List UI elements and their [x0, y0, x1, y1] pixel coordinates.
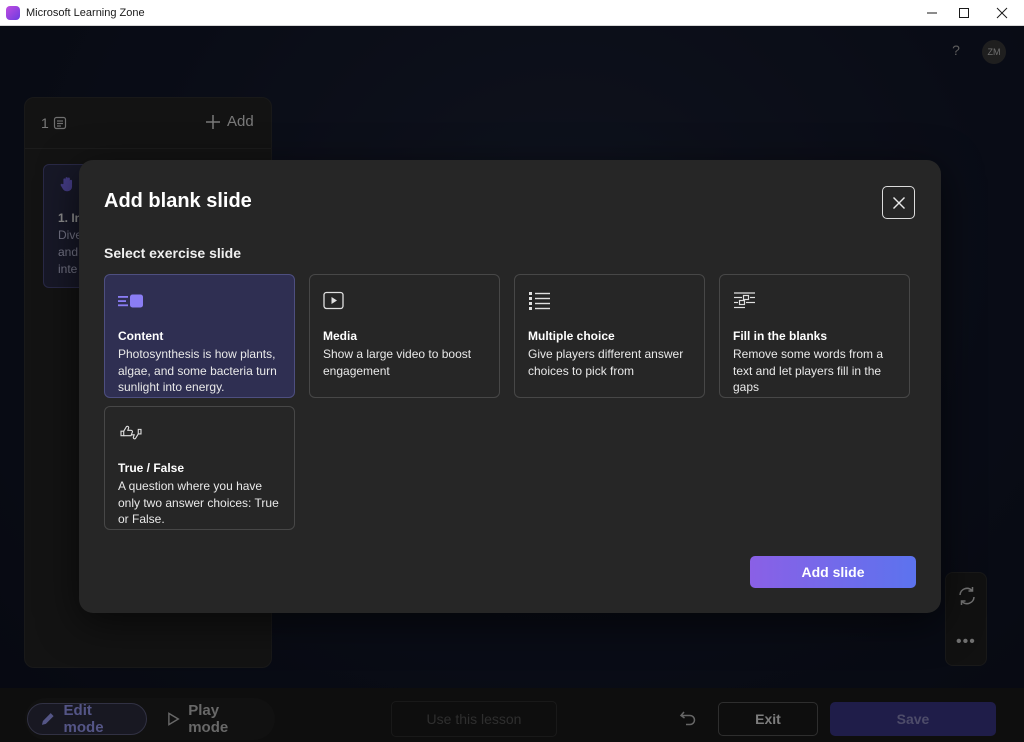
dialog-title: Add blank slide — [104, 190, 252, 212]
card-title: Multiple choice — [528, 329, 615, 343]
section-label: Select exercise slide — [104, 245, 241, 261]
maximize-button[interactable] — [946, 0, 982, 26]
content-icon — [118, 294, 143, 308]
app-logo-icon — [6, 5, 20, 20]
card-title: Fill in the blanks — [733, 329, 828, 343]
thumbs-icon — [120, 425, 142, 440]
card-content[interactable]: Content Photosynthesis is how plants, al… — [104, 274, 295, 398]
media-play-icon — [323, 291, 344, 310]
add-slide-button[interactable]: Add slide — [750, 556, 916, 588]
card-description: Give players different answer choices to… — [528, 347, 684, 378]
card-title: Media — [323, 329, 358, 343]
card-description: Show a large video to boost engagement — [323, 347, 472, 378]
list-icon — [529, 292, 550, 310]
maximize-icon — [959, 8, 969, 18]
window-title: Microsoft Learning Zone — [26, 6, 145, 19]
close-icon — [996, 7, 1008, 19]
card-true-false[interactable]: True / False A question where you have o… — [104, 406, 295, 530]
minimize-button[interactable] — [914, 0, 950, 26]
dialog-close-button[interactable] — [882, 186, 915, 219]
card-description: Remove some words from a text and let pl… — [733, 347, 884, 394]
card-multiple-choice[interactable]: Multiple choice Give players different a… — [514, 274, 705, 398]
card-description: Photosynthesis is how plants, algae, and… — [118, 347, 277, 394]
title-bar: Microsoft Learning Zone — [0, 0, 1024, 26]
card-title: True / False — [118, 461, 185, 475]
window-close-button[interactable] — [984, 0, 1020, 26]
fill-blanks-icon — [734, 292, 755, 309]
card-title: Content — [118, 329, 164, 343]
add-blank-slide-dialog: Add blank slide Select exercise slide Co… — [79, 160, 941, 613]
card-fill-in-the-blanks[interactable]: Fill in the blanks Remove some words fro… — [719, 274, 910, 398]
card-media[interactable]: Media Show a large video to boost engage… — [309, 274, 500, 398]
close-icon — [892, 196, 905, 209]
card-description: A question where you have only two answe… — [118, 479, 279, 526]
minimize-icon — [927, 12, 937, 14]
